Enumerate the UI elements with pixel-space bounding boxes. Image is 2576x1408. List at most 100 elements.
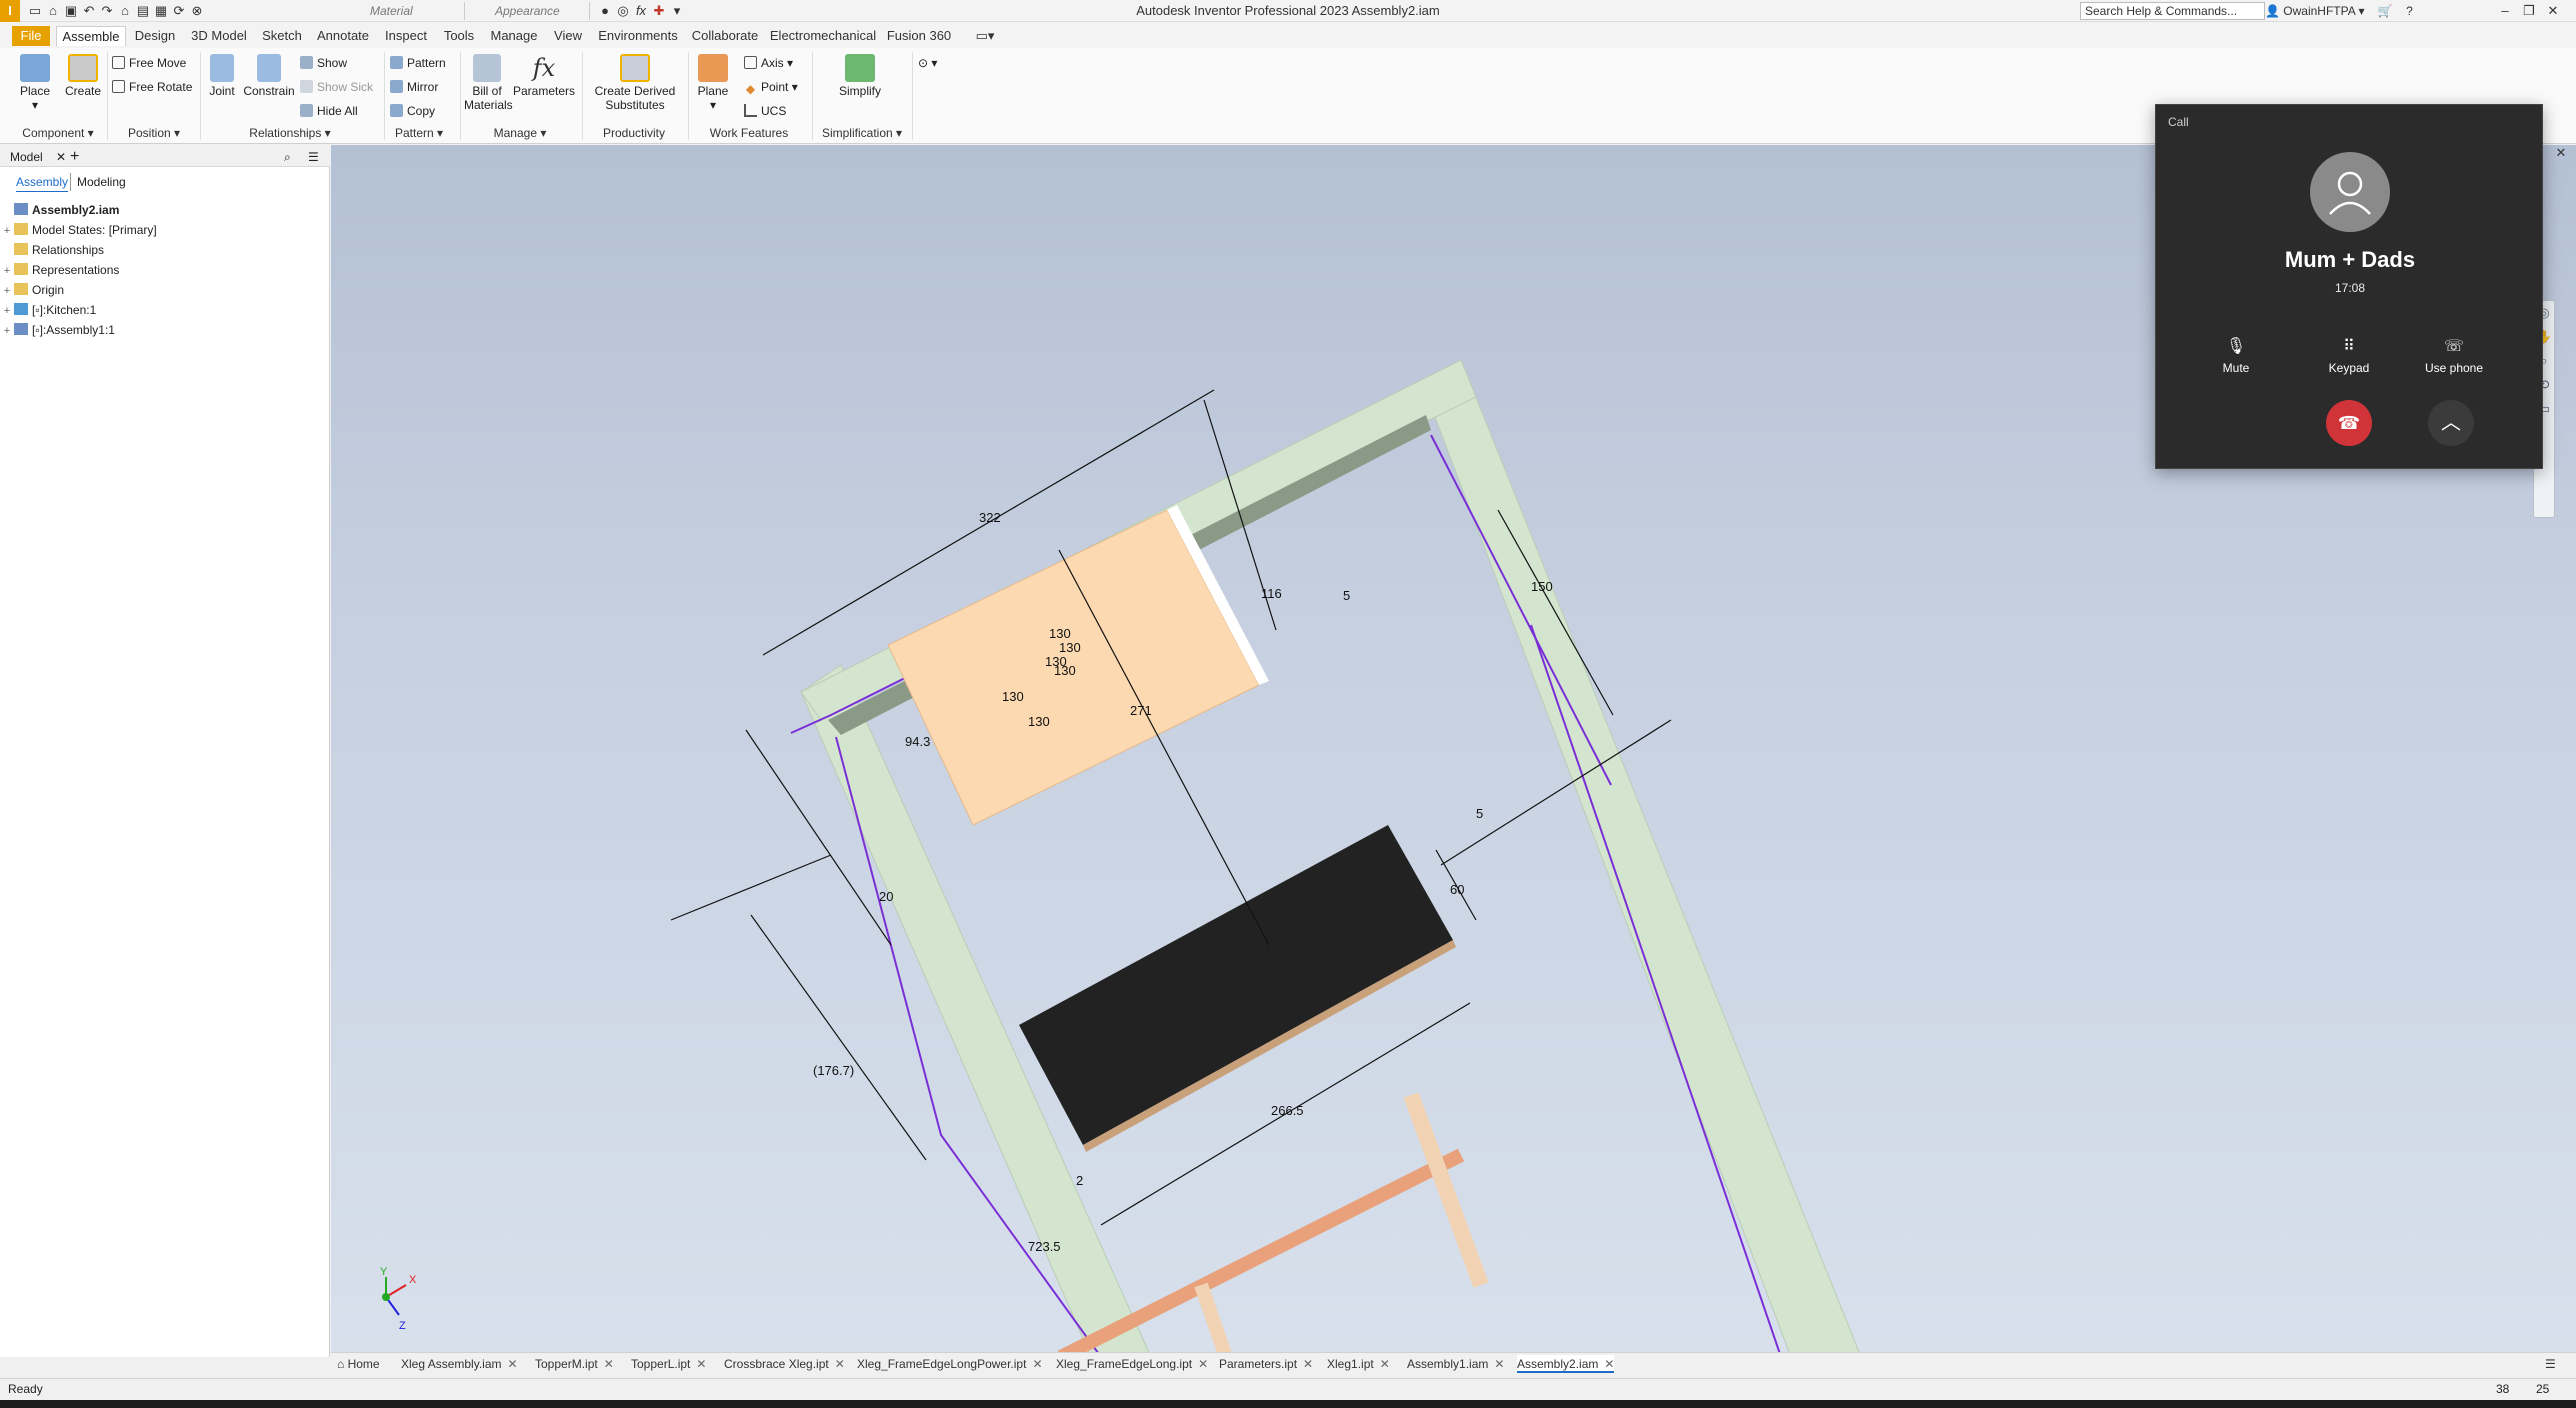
copy-button[interactable]: Copy xyxy=(390,102,435,120)
doc-tab[interactable]: Xleg Assembly.iam ✕ xyxy=(401,1355,518,1373)
simplify-button[interactable]: Simplify xyxy=(830,54,890,98)
free-move-button[interactable]: Free Move xyxy=(112,54,186,72)
group-position[interactable]: Position ▾ xyxy=(108,124,200,142)
mirror-button[interactable]: Mirror xyxy=(390,78,438,96)
dim-271[interactable]: 271 xyxy=(1130,703,1152,718)
doc-tabs-menu-icon[interactable]: ☰ xyxy=(2545,1355,2556,1373)
dim-176[interactable]: (176.7) xyxy=(813,1063,854,1078)
tab-inspect[interactable]: Inspect xyxy=(380,26,432,46)
axis-button[interactable]: Axis ▾ xyxy=(744,54,793,72)
add-browser-tab-icon[interactable]: + xyxy=(70,148,79,166)
tree-item-kitchen[interactable]: + [▫]:Kitchen:1 xyxy=(0,300,96,320)
tab-electromechanical[interactable]: Electromechanical xyxy=(768,26,878,46)
panel-dark[interactable] xyxy=(1019,825,1453,1145)
plane-button[interactable]: Plane ▾ xyxy=(692,54,734,112)
dim-2[interactable]: 2 xyxy=(1076,1173,1083,1188)
browser-sub-tab-modeling[interactable]: Modeling xyxy=(70,173,126,191)
save-icon[interactable]: ▣ xyxy=(62,2,80,20)
expand-icon[interactable]: + xyxy=(0,301,14,321)
hang-up-button[interactable]: ☎ xyxy=(2326,400,2372,446)
tab-view[interactable]: View xyxy=(548,26,588,46)
close-icon[interactable]: ✕ xyxy=(1604,1357,1614,1371)
tree-item-relationships[interactable]: Relationships xyxy=(0,240,104,260)
doc-tab[interactable]: Xleg1.ipt ✕ xyxy=(1327,1355,1390,1373)
crossbrace[interactable] xyxy=(1057,1148,1465,1357)
pattern-button[interactable]: Pattern xyxy=(390,54,446,72)
close-icon[interactable]: ✕ xyxy=(507,1357,517,1371)
close-icon[interactable]: ✕ xyxy=(696,1357,706,1371)
new-icon[interactable]: ▭ xyxy=(26,2,44,20)
expand-icon[interactable]: + xyxy=(0,321,14,341)
crossbrace-leg[interactable] xyxy=(1403,1092,1489,1288)
add-icon[interactable]: ✚ xyxy=(650,2,668,20)
close-icon[interactable]: ✕ xyxy=(1303,1357,1313,1371)
show-button[interactable]: Show xyxy=(300,54,347,72)
close-icon[interactable]: ✕ xyxy=(56,150,66,164)
free-rotate-button[interactable]: Free Rotate xyxy=(112,78,192,96)
dim-130f[interactable]: 130 xyxy=(1028,714,1050,729)
point-button[interactable]: ◆ Point ▾ xyxy=(744,78,798,96)
close-icon[interactable]: ✕ xyxy=(835,1357,845,1371)
appearance-dropdown[interactable]: Appearance xyxy=(475,2,590,20)
open-icon[interactable]: ⌂ xyxy=(44,2,62,20)
restore-button[interactable]: ❐ xyxy=(2518,0,2540,22)
doc-tab[interactable]: TopperL.ipt ✕ xyxy=(631,1355,706,1373)
color-override-icon[interactable]: ● xyxy=(596,2,614,20)
crossbrace-foot[interactable] xyxy=(1194,1282,1233,1357)
measure-icon[interactable]: ▦ xyxy=(152,2,170,20)
close-icon[interactable]: ✕ xyxy=(1494,1357,1504,1371)
joint-button[interactable]: Joint xyxy=(204,54,240,98)
tree-item-model-states[interactable]: + Model States: [Primary] xyxy=(0,220,157,240)
doc-tab[interactable]: Crossbrace Xleg.ipt ✕ xyxy=(724,1355,845,1373)
doc-tab[interactable]: Xleg_FrameEdgeLongPower.ipt ✕ xyxy=(857,1355,1043,1373)
doc-tab[interactable]: TopperM.ipt ✕ xyxy=(535,1355,614,1373)
dim-322[interactable]: 322 xyxy=(979,510,1001,525)
redo-icon[interactable]: ↷ xyxy=(98,2,116,20)
dim-116[interactable]: 116 xyxy=(1261,586,1282,601)
dim-130d[interactable]: 130 xyxy=(1054,663,1076,678)
close-button[interactable]: ✕ xyxy=(2542,0,2564,22)
ribbon-options-icon[interactable]: ⊙ ▾ xyxy=(918,54,937,72)
ucs-button[interactable]: UCS xyxy=(744,102,786,120)
tab-design[interactable]: Design xyxy=(132,26,178,46)
close-icon[interactable]: ✕ xyxy=(1198,1357,1208,1371)
dim-5b[interactable]: 5 xyxy=(1476,806,1483,821)
group-productivity[interactable]: Productivity xyxy=(586,124,682,142)
select-icon[interactable]: ▤ xyxy=(134,2,152,20)
inventor-logo-icon[interactable]: I xyxy=(0,0,20,22)
expand-icon[interactable]: + xyxy=(0,221,14,241)
mute-button[interactable]: 🎙 Mute xyxy=(2191,337,2281,375)
use-phone-button[interactable]: ☏ Use phone xyxy=(2409,337,2499,375)
constrain-button[interactable]: Constrain xyxy=(242,54,296,98)
tree-root-assembly[interactable]: Assembly2.iam xyxy=(0,200,119,220)
tab-annotate[interactable]: Annotate xyxy=(312,26,374,46)
tab-3d-model[interactable]: 3D Model xyxy=(186,26,252,46)
group-manage[interactable]: Manage ▾ xyxy=(462,124,578,142)
tab-sketch[interactable]: Sketch xyxy=(258,26,306,46)
tab-fusion-360[interactable]: Fusion 360 xyxy=(884,26,954,46)
user-dropdown-icon[interactable]: ▾ xyxy=(2358,4,2364,18)
group-relationships[interactable]: Relationships ▾ xyxy=(202,124,378,142)
dim-266[interactable]: 266.5 xyxy=(1271,1103,1304,1118)
customize-icon[interactable]: ▾ xyxy=(668,2,686,20)
dim-130b[interactable]: 130 xyxy=(1059,640,1081,655)
place-button[interactable]: Place ▾ xyxy=(12,54,58,112)
expand-icon[interactable]: + xyxy=(0,281,14,301)
material-dropdown[interactable]: Material xyxy=(350,2,465,20)
show-sick-button[interactable]: Show Sick xyxy=(300,78,373,96)
dim-723[interactable]: 723.5 xyxy=(1028,1239,1061,1254)
group-pattern[interactable]: Pattern ▾ xyxy=(386,124,452,142)
cart-icon[interactable]: 🛒 xyxy=(2378,4,2393,18)
dim-60[interactable]: 60 xyxy=(1450,882,1464,897)
minimize-button[interactable]: – xyxy=(2494,0,2516,22)
appearance-adjust-icon[interactable]: ◎ xyxy=(614,2,632,20)
undo-icon[interactable]: ↶ xyxy=(80,2,98,20)
dim-130a[interactable]: 130 xyxy=(1049,626,1071,641)
fx-icon[interactable]: fx xyxy=(632,2,650,20)
search-help-input[interactable]: Search Help & Commands... xyxy=(2080,2,2265,20)
viewport-close-icon[interactable]: ✕ xyxy=(2546,145,2576,165)
tab-manage[interactable]: Manage xyxy=(486,26,542,46)
create-button[interactable]: Create xyxy=(60,54,106,98)
tab-environments[interactable]: Environments xyxy=(594,26,682,46)
expand-call-button[interactable]: ︿ xyxy=(2428,400,2474,446)
